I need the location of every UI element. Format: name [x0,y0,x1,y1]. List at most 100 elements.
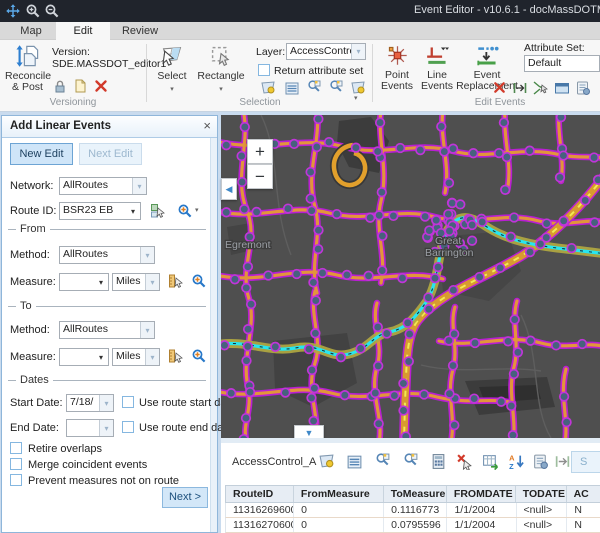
from-legend: From [16,223,50,235]
table-list-icon[interactable] [346,453,363,470]
map-zoom-in-button[interactable]: + [247,139,273,164]
from-measure-caret[interactable]: ▾ [94,274,108,290]
panel-scrollbar[interactable] [210,138,217,532]
selection-list-icon[interactable] [284,80,301,97]
next-button[interactable]: Next > [162,487,208,508]
use-route-end-date-checkbox[interactable] [122,421,134,433]
to-method-caret[interactable]: ▾ [140,322,154,338]
column-header[interactable]: FROMDATE [447,486,516,502]
from-measure-dropdown[interactable]: ▾ [59,273,109,291]
table-row[interactable]: 11316269600 0 0.1116773 1/1/2004 <null> … [225,503,600,518]
start-date-caret[interactable]: ▾ [99,395,113,411]
layer-dropdown[interactable]: AccessControl_A ▾ [286,43,366,60]
column-header[interactable]: RouteID [226,486,294,502]
start-date-dropdown[interactable]: 7/18/ ▾ [66,394,114,412]
column-header[interactable]: TODATE [516,486,567,502]
open-form-icon[interactable] [532,453,549,470]
highlight-selection-caret[interactable]: ▾ [354,96,358,102]
delete-version-icon[interactable] [93,78,110,95]
to-measure-caret[interactable]: ▾ [94,349,108,365]
attribute-set-field[interactable]: Default [524,55,600,72]
zoom-to-selection-icon[interactable] [306,80,323,97]
route-id-dropdown-caret[interactable]: ▾ [126,203,140,219]
unlock-version-icon[interactable] [52,78,69,95]
from-measure-pick-icon[interactable] [168,273,185,290]
from-method-dropdown[interactable]: AllRoutes ▾ [59,246,155,264]
select-dropdown-caret[interactable]: ▾ [170,86,174,93]
highlight-selection-icon[interactable] [350,80,367,97]
merge-coincident-checkbox[interactable] [10,458,22,470]
collapse-panel-icon[interactable]: ◀ [221,178,237,200]
layer-dropdown-caret[interactable]: ▾ [351,44,365,59]
end-date-dropdown[interactable]: ▾ [66,419,114,437]
new-edit-button[interactable]: New Edit [10,143,73,165]
network-dropdown[interactable]: AllRoutes ▾ [59,177,147,195]
reconcile-post-icon [16,44,40,68]
select-attributes-icon[interactable] [260,80,277,97]
column-header[interactable]: AC [567,486,600,502]
export-table-icon[interactable] [482,453,499,470]
select-by-polygon-icon[interactable] [318,453,335,470]
tab-review[interactable]: Review [112,22,168,40]
shift-record-icon[interactable] [554,453,571,470]
from-zoom-icon[interactable] [191,273,208,290]
collapse-table-icon[interactable]: ▼ [294,425,324,439]
close-icon[interactable]: × [203,118,211,133]
clipped-toolbar-button[interactable]: S [571,451,600,473]
edit-events-group-label: Edit Events [440,97,560,108]
zoom-to-route-icon[interactable] [177,203,194,220]
zoom-to-selected-icon[interactable] [374,453,391,470]
zoom-to-next-icon[interactable] [328,80,345,97]
zoom-out-icon[interactable] [44,3,60,19]
shift-event-icon[interactable] [512,80,529,97]
tab-edit[interactable]: Edit [56,22,110,40]
from-unit-dropdown[interactable]: Miles ▾ [112,273,160,291]
column-header[interactable]: ToMeasure [384,486,447,502]
attribute-window-icon[interactable] [554,80,571,97]
from-unit-caret[interactable]: ▾ [145,274,159,290]
return-attribute-set-checkbox[interactable] [258,64,270,76]
zoom-in-icon[interactable] [25,3,41,19]
delete-event-icon[interactable] [492,80,509,97]
from-method-caret[interactable]: ▾ [140,247,154,263]
use-route-start-date-checkbox[interactable] [122,396,134,408]
zoom-to-event-icon[interactable] [402,453,419,470]
use-route-end-date-label: Use route end date [139,422,233,434]
line-events-button[interactable]: Line Events [418,44,456,92]
end-date-caret[interactable]: ▾ [99,420,113,436]
to-measure-dropdown[interactable]: ▾ [59,348,109,366]
point-events-button[interactable]: Point Events [378,44,416,92]
rectangle-select-button[interactable]: Rectangle ▾ [196,44,246,94]
route-id-dropdown[interactable]: BSR23 EB ▾ [59,202,141,220]
new-version-icon[interactable] [72,78,89,95]
rectangle-dropdown-caret[interactable]: ▾ [219,86,223,93]
next-edit-button[interactable]: Next Edit [79,143,142,165]
map-zoom-out-button[interactable]: − [247,164,273,189]
select-button[interactable]: Select ▾ [152,44,192,94]
to-zoom-icon[interactable] [191,348,208,365]
versioning-group-label: Versioning [0,97,146,108]
select-route-on-map-icon[interactable] [150,203,167,220]
network-dropdown-caret[interactable]: ▾ [132,178,146,194]
to-unit-dropdown[interactable]: Miles ▾ [112,348,160,366]
table-row[interactable]: 11316270600 0 0.0795596 1/1/2004 <null> … [225,518,600,533]
map-view[interactable]: Egremont Great Barrington [221,115,600,438]
to-unit-caret[interactable]: ▾ [145,349,159,365]
copy-attributes-icon[interactable] [575,80,592,97]
attribute-set-label: Attribute Set: [524,42,585,54]
calculator-icon[interactable] [430,453,447,470]
to-method-dropdown[interactable]: AllRoutes ▾ [59,321,155,339]
panel-title: Add Linear Events [10,120,111,132]
prevent-measures-checkbox[interactable] [10,474,22,486]
start-date-label: Start Date: [10,397,63,409]
sort-icon[interactable] [508,453,525,470]
column-header[interactable]: FromMeasure [294,486,384,502]
delete-selected-icon[interactable] [456,453,473,470]
reconcile-post-button[interactable]: Reconcile & Post [5,44,50,93]
retire-overlaps-checkbox[interactable] [10,442,22,454]
merge-events-icon[interactable] [533,80,550,97]
tab-map[interactable]: Map [8,22,54,40]
pan-icon[interactable] [5,3,21,19]
to-measure-pick-icon[interactable] [168,348,185,365]
zoom-to-route-caret[interactable]: ▾ [195,208,199,214]
